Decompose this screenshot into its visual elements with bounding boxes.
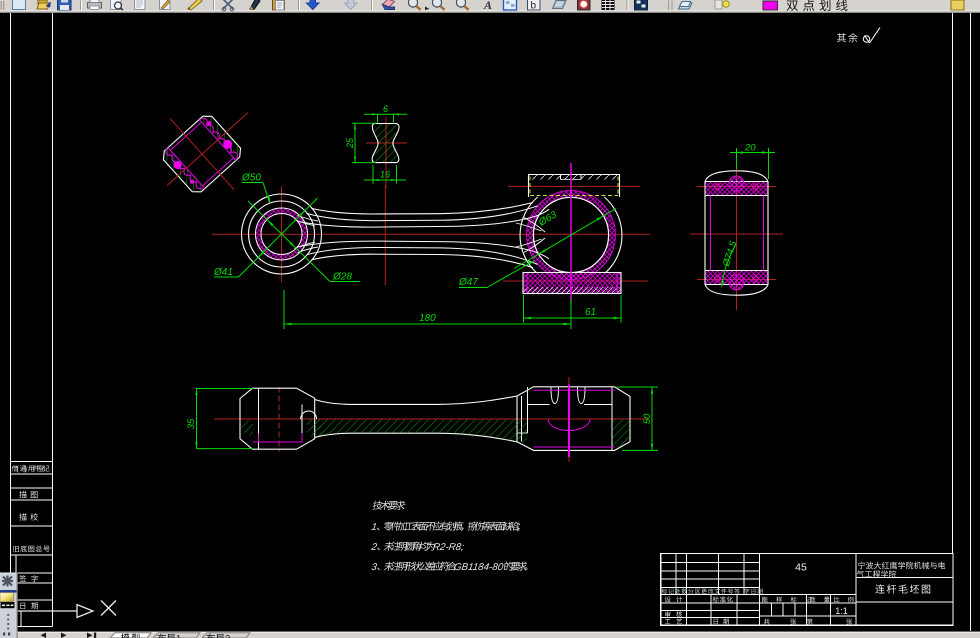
svg-text:20: 20: [744, 143, 756, 154]
svg-text:Ø47: Ø47: [458, 277, 478, 288]
svg-text:180: 180: [419, 313, 436, 324]
svg-text:A: A: [483, 0, 492, 12]
svg-text:Ø28: Ø28: [332, 272, 352, 283]
svg-text:R2-R8;: R2-R8;: [432, 542, 465, 553]
svg-text:Ø41: Ø41: [213, 267, 233, 278]
svg-text:GB1184-80: GB1184-80: [453, 562, 504, 573]
svg-text:6: 6: [383, 104, 388, 114]
svg-text:2: 2: [225, 634, 230, 638]
svg-text:1:1: 1:1: [835, 606, 848, 616]
svg-text:16: 16: [380, 170, 390, 180]
svg-text:): ): [25, 466, 27, 473]
svg-text:61: 61: [585, 307, 596, 318]
svg-text:35: 35: [186, 418, 197, 429]
svg-text:b: b: [531, 1, 537, 12]
svg-text:25: 25: [345, 137, 355, 149]
svg-text:Ø50: Ø50: [241, 173, 261, 184]
svg-text:1: 1: [176, 634, 181, 638]
svg-text:45: 45: [795, 562, 807, 574]
svg-text:50: 50: [642, 413, 653, 424]
